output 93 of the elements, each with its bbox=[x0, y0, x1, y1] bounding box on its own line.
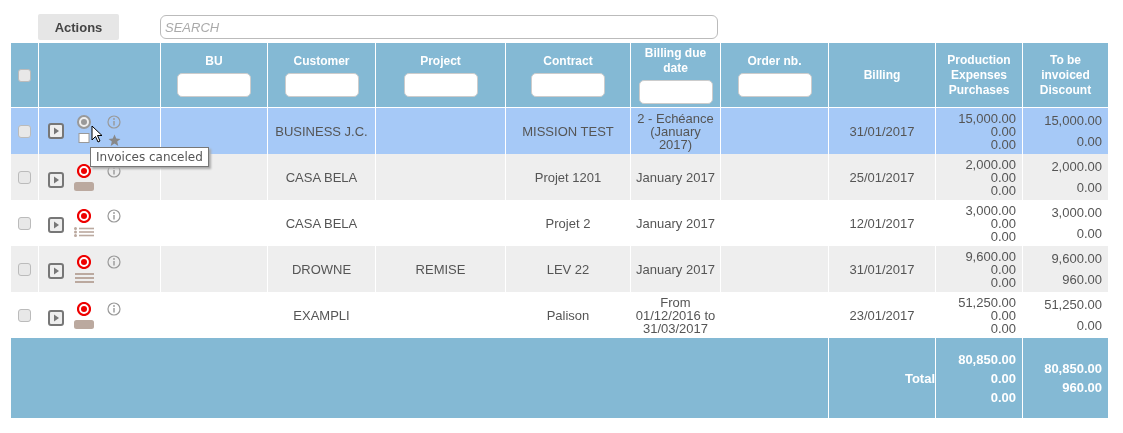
amount: 0.00 bbox=[990, 262, 1016, 276]
table-cell: 23/01/2017 bbox=[849, 307, 915, 323]
table-cell: 31/01/2017 bbox=[849, 261, 915, 277]
amount: 9,600.00 bbox=[1050, 250, 1102, 268]
table-row[interactable]: EXAMPLI Palison From 01/12/2016 to 31/03/2017 23/01/2017 51,250.00 0.00 0.00 51,250.00 0.00 bbox=[10, 292, 1109, 338]
amount: 51,250.00 bbox=[957, 295, 1016, 309]
play-icon[interactable] bbox=[48, 309, 64, 326]
total-label: Total bbox=[904, 370, 935, 386]
table-cell: 25/01/2017 bbox=[849, 169, 915, 185]
play-icon[interactable] bbox=[48, 171, 64, 188]
amount: 960.00 bbox=[1061, 271, 1102, 289]
table-cell: From 01/12/2016 to 31/03/2017 bbox=[635, 294, 716, 336]
column-header: Customer bbox=[292, 53, 351, 69]
column-header: Production Expenses Purchases bbox=[946, 52, 1012, 98]
amount: 0.00 bbox=[989, 229, 1016, 243]
info-icon[interactable] bbox=[107, 209, 121, 223]
total-amount: 0.00 bbox=[989, 388, 1016, 407]
play-icon[interactable] bbox=[48, 217, 64, 233]
row-checkbox[interactable] bbox=[17, 125, 31, 139]
filter-field[interactable] bbox=[403, 72, 478, 97]
table-cell: Palison bbox=[546, 307, 590, 323]
info-icon[interactable] bbox=[107, 255, 121, 269]
table-cell: LEV 22 bbox=[546, 261, 590, 277]
column-header: Billing due date bbox=[643, 46, 708, 76]
table-cell: 12/01/2017 bbox=[849, 215, 915, 231]
table-row[interactable]: DROWNE REMISE LEV 22 January 2017 31/01/2017 9,600.00 0.00 0.00 9,600.00 960.00 bbox=[10, 246, 1109, 292]
status-icon[interactable] bbox=[77, 255, 91, 269]
amount: 15,000.00 bbox=[957, 111, 1016, 125]
table-cell: January 2017 bbox=[636, 215, 715, 231]
row-checkbox[interactable] bbox=[17, 217, 31, 231]
row-checkbox[interactable] bbox=[17, 171, 31, 185]
cursor-icon bbox=[91, 125, 103, 143]
filter-field[interactable] bbox=[531, 72, 605, 97]
amount: 51,250.00 bbox=[1043, 296, 1102, 314]
column-header: To be invoiced Discount bbox=[1038, 52, 1093, 98]
column-header: Contract bbox=[542, 53, 594, 69]
status-icon[interactable] bbox=[77, 301, 91, 316]
table-cell: DROWNE bbox=[291, 261, 352, 277]
table-cell: BUSINESS J.C. bbox=[275, 123, 368, 139]
status-icon[interactable] bbox=[77, 209, 91, 223]
column-header: Project bbox=[419, 53, 462, 69]
amount: 0.00 bbox=[990, 124, 1016, 138]
table-row[interactable]: CASA BELA Projet 2 January 2017 12/01/2017 3,000.00 0.00 0.00 3,000.00 0.00 bbox=[10, 200, 1109, 246]
filter-field[interactable] bbox=[177, 72, 251, 97]
search-field[interactable]: SEARCH bbox=[160, 15, 718, 39]
total-amount: 80,850.00 bbox=[1043, 360, 1102, 378]
amount: 2,000.00 bbox=[1050, 158, 1102, 176]
table-cell: January 2017 bbox=[636, 169, 715, 185]
filter-field[interactable] bbox=[284, 72, 359, 97]
info-icon[interactable] bbox=[107, 301, 121, 316]
amount: 0.00 bbox=[990, 308, 1016, 322]
column-header: Order nb. bbox=[746, 53, 803, 69]
amount: 0.00 bbox=[1075, 225, 1102, 243]
total-amount: 80,850.00 bbox=[957, 350, 1016, 369]
table-cell: CASA BELA bbox=[285, 169, 358, 185]
table-cell: REMISE bbox=[415, 261, 466, 277]
table-cell: CASA BELA bbox=[285, 215, 358, 231]
amount: 0.00 bbox=[1075, 133, 1102, 151]
column-header: BU bbox=[204, 53, 224, 69]
table-cell: January 2017 bbox=[636, 261, 715, 277]
amount: 0.00 bbox=[990, 170, 1016, 184]
amount: 0.00 bbox=[989, 321, 1016, 335]
table-cell: EXAMPLI bbox=[293, 307, 350, 323]
table-cell: 31/01/2017 bbox=[849, 123, 915, 139]
amount: 15,000.00 bbox=[1043, 112, 1102, 130]
actions-button[interactable]: Actions bbox=[38, 14, 119, 40]
select-all-checkbox[interactable] bbox=[18, 68, 31, 82]
amount: 0.00 bbox=[989, 275, 1016, 289]
play-icon[interactable] bbox=[48, 123, 64, 139]
amount: 0.00 bbox=[989, 137, 1016, 151]
play-icon[interactable] bbox=[48, 263, 64, 279]
total-amount: 960.00 bbox=[1061, 379, 1102, 397]
amount: 9,600.00 bbox=[964, 249, 1016, 263]
filter-field[interactable] bbox=[737, 72, 812, 97]
amount: 3,000.00 bbox=[1050, 204, 1102, 222]
tooltip: Invoices canceled bbox=[90, 147, 209, 167]
column-header: Billing bbox=[862, 67, 902, 83]
amount: 3,000.00 bbox=[964, 203, 1016, 217]
table-cell: 2 - Echéance (January 2017) bbox=[637, 110, 714, 152]
table-cell: Projet 1201 bbox=[534, 169, 602, 185]
amount: 0.00 bbox=[990, 216, 1016, 230]
row-checkbox[interactable] bbox=[17, 309, 31, 323]
row-checkbox[interactable] bbox=[17, 263, 31, 277]
amount: 0.00 bbox=[1075, 179, 1102, 197]
status-icon[interactable] bbox=[77, 163, 91, 178]
amount: 2,000.00 bbox=[964, 157, 1016, 171]
total-amount: 0.00 bbox=[989, 369, 1016, 388]
filter-field[interactable] bbox=[638, 80, 713, 104]
status-icon[interactable] bbox=[77, 115, 91, 129]
amount: 0.00 bbox=[989, 183, 1016, 197]
amount: 0.00 bbox=[1075, 317, 1102, 335]
table-cell: MISSION TEST bbox=[522, 123, 614, 139]
table-cell: Projet 2 bbox=[545, 215, 591, 231]
